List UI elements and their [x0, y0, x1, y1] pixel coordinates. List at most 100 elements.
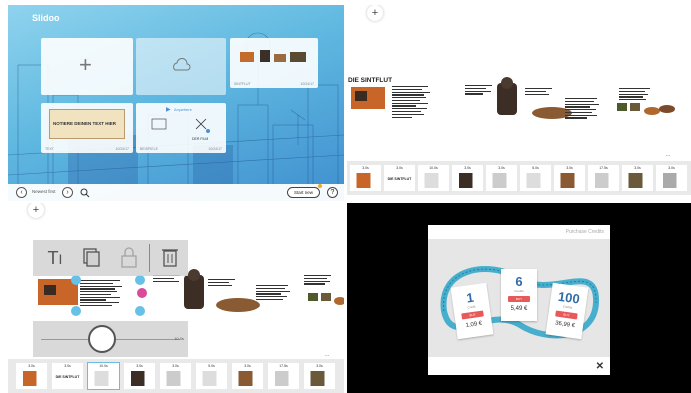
- credit-pack-card[interactable]: 100 Credits BUY 36,99 €: [545, 282, 589, 340]
- price-label: 36,99 €: [554, 320, 576, 330]
- slider-knob[interactable]: [88, 325, 116, 353]
- credit-label: Credits: [514, 289, 524, 293]
- text-block: [392, 86, 432, 119]
- price-label: 5,49 €: [510, 306, 528, 312]
- text-block: [565, 98, 601, 120]
- trash-icon[interactable]: [152, 240, 188, 276]
- purchase-overlay: Purchase Credits 1 Credit BUY 1,09 € 6 C…: [347, 203, 691, 393]
- rotate-handle[interactable]: [137, 288, 147, 298]
- timeline-frame[interactable]: 3.0s: [304, 363, 335, 389]
- frame-thumbnail: [421, 173, 446, 188]
- frame-duration: 17.5s: [279, 364, 288, 368]
- timeline-frame[interactable]: 3.0s: [554, 165, 585, 191]
- text-block: [256, 285, 292, 302]
- text-block: [619, 88, 653, 102]
- resize-handle[interactable]: [71, 275, 81, 285]
- film-label: DER FILM: [192, 137, 209, 141]
- dialog-body: 1 Credit BUY 1,09 € 6 Credits BUY 5,49 €…: [428, 239, 610, 357]
- timeline-frame[interactable]: 3.0s: [160, 363, 191, 389]
- frame-duration: 3.0s: [464, 166, 471, 170]
- timeline-frame[interactable]: 5.0s: [520, 165, 551, 191]
- sort-label[interactable]: Newest first: [32, 189, 56, 194]
- frame-thumbnail: [91, 371, 116, 386]
- text-block: [153, 275, 183, 283]
- frame-duration: 10.0s: [99, 364, 108, 368]
- timeline-frame[interactable]: 3.0s: [622, 165, 653, 191]
- resize-handle[interactable]: [135, 306, 145, 316]
- text-block: [304, 275, 334, 286]
- frame-text: DIE SINTFLUT: [55, 375, 80, 379]
- chevron-right-icon[interactable]: ›: [62, 187, 73, 198]
- more-button[interactable]: ...: [659, 151, 677, 161]
- slider-value: 10.0s: [174, 336, 184, 341]
- timeline-strip: 3.0s 3.0s DIE SINTFLUT 10.0s 3.0s 3.0s 5.0s 3.0…: [347, 161, 691, 195]
- frame-thumbnail: [271, 371, 296, 386]
- add-button[interactable]: +: [367, 5, 383, 21]
- timeline-frame[interactable]: 3.0s: [124, 363, 155, 389]
- frame-duration: 3.0s: [668, 166, 675, 170]
- timeline-frame[interactable]: 17.5s: [588, 165, 619, 191]
- frame-duration: 5.0s: [208, 364, 215, 368]
- timeline-frame[interactable]: 3.0s DIE SINTFLUT: [52, 363, 83, 389]
- close-icon[interactable]: ✕: [596, 361, 604, 372]
- timeline-frame[interactable]: 3.0s: [232, 363, 263, 389]
- chevron-left-icon[interactable]: ‹: [16, 187, 27, 198]
- frame-duration: 5.0s: [532, 166, 539, 170]
- home-panel: Slidoo + SINTFLUT 10/24/17 NOTIERE DEINE…: [8, 5, 344, 201]
- timeline-frame[interactable]: 3.0s: [452, 165, 483, 191]
- note-text: NOTIERE DEINEN TEXT HIER: [53, 121, 117, 126]
- timeline-frame[interactable]: 10.0s: [418, 165, 449, 191]
- story-tile-sintflut[interactable]: SINTFLUT 10/24/17: [230, 38, 318, 88]
- buy-button[interactable]: BUY: [461, 310, 484, 320]
- tile-date: 10/24/17: [115, 147, 129, 151]
- frame-thumbnail: [127, 371, 152, 386]
- lock-icon[interactable]: [111, 240, 147, 276]
- timeline-frame[interactable]: 3.0s: [16, 363, 47, 389]
- timeline-frame[interactable]: 3.0s: [656, 165, 687, 191]
- timeline-frame[interactable]: 3.0s: [486, 165, 517, 191]
- frame-thumbnail: [163, 371, 188, 386]
- help-button[interactable]: ?: [327, 187, 338, 198]
- play-icon: ▶: [166, 107, 171, 113]
- credit-count: 6: [515, 274, 523, 289]
- cloud-import-tile[interactable]: [136, 38, 226, 95]
- timeline-frame[interactable]: 10.0s: [87, 362, 120, 390]
- price-label: 1,09 €: [465, 320, 483, 329]
- buy-button[interactable]: BUY: [508, 296, 530, 302]
- frame-thumbnail: [353, 173, 378, 188]
- toolbar-divider: [149, 244, 150, 272]
- credit-pack-card[interactable]: 6 Credits BUY 5,49 €: [501, 269, 537, 321]
- duplicate-icon[interactable]: [73, 240, 109, 276]
- frame-duration: 3.0s: [28, 364, 35, 368]
- buy-button[interactable]: BUY: [555, 310, 578, 320]
- resize-handle[interactable]: [71, 306, 81, 316]
- frame-duration: 3.0s: [136, 364, 143, 368]
- credit-pack-card[interactable]: 1 Credit BUY 1,09 €: [450, 282, 494, 340]
- duration-slider-panel: 10.0s: [33, 321, 188, 357]
- frame-duration: 3.0s: [498, 166, 505, 170]
- new-story-tile[interactable]: +: [41, 38, 133, 95]
- plus-icon: +: [79, 52, 92, 77]
- timeline-strip: 3.0s 3.0s DIE SINTFLUT 10.0s 3.0s 3.0s 5.0s 3.0…: [8, 359, 344, 393]
- tile-caption: TEXT: [45, 147, 54, 151]
- timeline-frame[interactable]: 3.0s: [350, 165, 381, 191]
- story-tile-text[interactable]: NOTIERE DEINEN TEXT HIER TEXT 10/24/17: [41, 103, 133, 153]
- frame-thumbnail: [557, 173, 582, 188]
- start-new-button[interactable]: Start new: [286, 187, 320, 198]
- resize-handle[interactable]: [135, 275, 145, 285]
- frame-thumbnail: [489, 173, 514, 188]
- cloud-icon: [173, 58, 191, 71]
- timeline-frame[interactable]: 17.5s: [268, 363, 299, 389]
- anywhere-label: Anywhere: [174, 107, 192, 112]
- frame-thumbnail: [455, 173, 480, 188]
- story-tile-examples[interactable]: ▶ Anywhere DER FILM BEISPIELE 10/24/17: [136, 103, 226, 153]
- timeline-frame[interactable]: 5.0s: [196, 363, 227, 389]
- app-logo: Slidoo: [32, 13, 60, 23]
- frame-duration: 3.0s: [396, 166, 403, 170]
- search-icon[interactable]: [80, 188, 90, 198]
- timeline-frame[interactable]: 3.0s DIE SINTFLUT: [384, 165, 415, 191]
- frame-duration: 17.5s: [599, 166, 608, 170]
- text-block: [80, 280, 124, 308]
- text-size-icon[interactable]: TI: [37, 240, 73, 276]
- add-button[interactable]: +: [28, 203, 44, 218]
